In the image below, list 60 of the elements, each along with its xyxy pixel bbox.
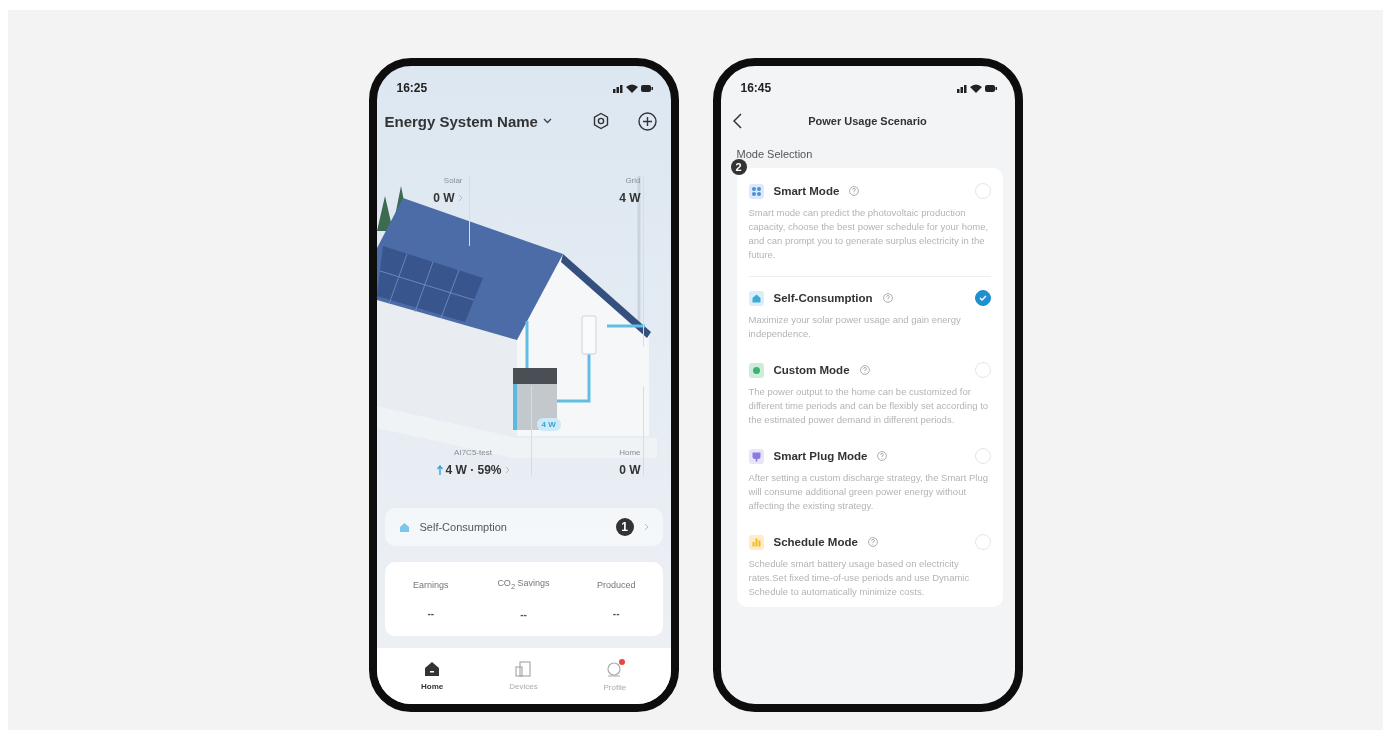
section-heading: Mode Selection	[736, 148, 814, 160]
step-marker: 1	[615, 518, 634, 536]
stat-value: --	[520, 608, 527, 620]
profile-icon	[605, 660, 624, 678]
arrow-up-icon	[436, 465, 443, 475]
flow-label: Solar	[443, 176, 463, 185]
stat-value: --	[612, 607, 620, 619]
status-icons	[956, 82, 997, 94]
stat-label: Produced	[596, 579, 636, 590]
mode-description: Schedule smart battery usage based on electricity rates.Set fixed time-of-use periods and use Dynamic Schedule to automatically minimize costs.	[748, 557, 971, 599]
house-icon	[398, 521, 410, 533]
grid-icon	[748, 183, 764, 199]
stat-value: --	[427, 607, 435, 619]
mode-description: After setting a custom discharge strategy, the Smart Plug will consume additional green power energy without affecting the existing strategy.	[748, 471, 990, 513]
gear-icon	[748, 362, 764, 378]
mode-label: Self-Consumption	[419, 521, 508, 533]
settings-icon[interactable]	[591, 112, 610, 130]
home-icon	[424, 661, 441, 677]
flow-value: 0 W	[619, 463, 641, 477]
mode-description: Smart mode can predict the photovoltaic production capacity, choose the best power schedule for your home, and can prompt you to generate surplus electricity in the future.	[748, 206, 990, 262]
mode-name: Schedule Mode	[773, 536, 858, 548]
back-icon[interactable]	[732, 113, 742, 129]
bar-chart-icon	[748, 534, 764, 550]
status-time: 16:25	[396, 81, 428, 95]
leader-line	[468, 175, 470, 247]
mode-bar[interactable]: Self-Consumption 1	[384, 508, 663, 546]
devices-icon	[515, 661, 532, 677]
mode-name: Self-Consumption	[773, 292, 873, 304]
house-icon	[748, 290, 764, 306]
help-icon[interactable]	[877, 451, 888, 461]
check-icon	[978, 295, 987, 301]
add-icon[interactable]	[637, 111, 657, 131]
chevron-right-icon	[643, 523, 649, 531]
help-icon[interactable]	[849, 186, 860, 196]
flow-label: Grid	[625, 176, 641, 185]
flow-value[interactable]: 0 W	[433, 191, 463, 205]
chevron-down-icon	[542, 118, 552, 124]
chevron-right-icon	[504, 466, 510, 474]
screen-title: Power Usage Scenario	[807, 115, 928, 127]
help-icon[interactable]	[882, 293, 893, 303]
tab-bar-item[interactable]: Home	[402, 661, 463, 691]
status-icons	[612, 82, 653, 94]
help-icon[interactable]	[867, 537, 878, 547]
mode-name: Smart Mode	[773, 185, 840, 197]
flow-label: Home	[619, 448, 641, 457]
help-icon[interactable]	[859, 365, 870, 375]
plug-icon	[748, 448, 764, 464]
step-marker: 2	[730, 159, 747, 175]
mode-name: Smart Plug Mode	[773, 450, 868, 462]
flow-value: 4 W	[619, 191, 641, 205]
flow-value[interactable]: 4 W · 59%	[436, 463, 510, 477]
status-time: 16:45	[740, 81, 772, 95]
chevron-right-icon	[457, 194, 463, 202]
system-name-dropdown[interactable]: Energy System Name	[384, 112, 552, 130]
stat-label: Earnings	[413, 579, 449, 590]
radio-button[interactable]	[974, 290, 991, 306]
mode-description: Maximize your solar power usage and gain energy independence.	[748, 313, 962, 341]
mode-name: Custom Mode	[773, 364, 850, 376]
stat-label: CO$_{2}$ Savings	[497, 578, 550, 591]
flow-label: AI7C5-test	[454, 448, 492, 457]
